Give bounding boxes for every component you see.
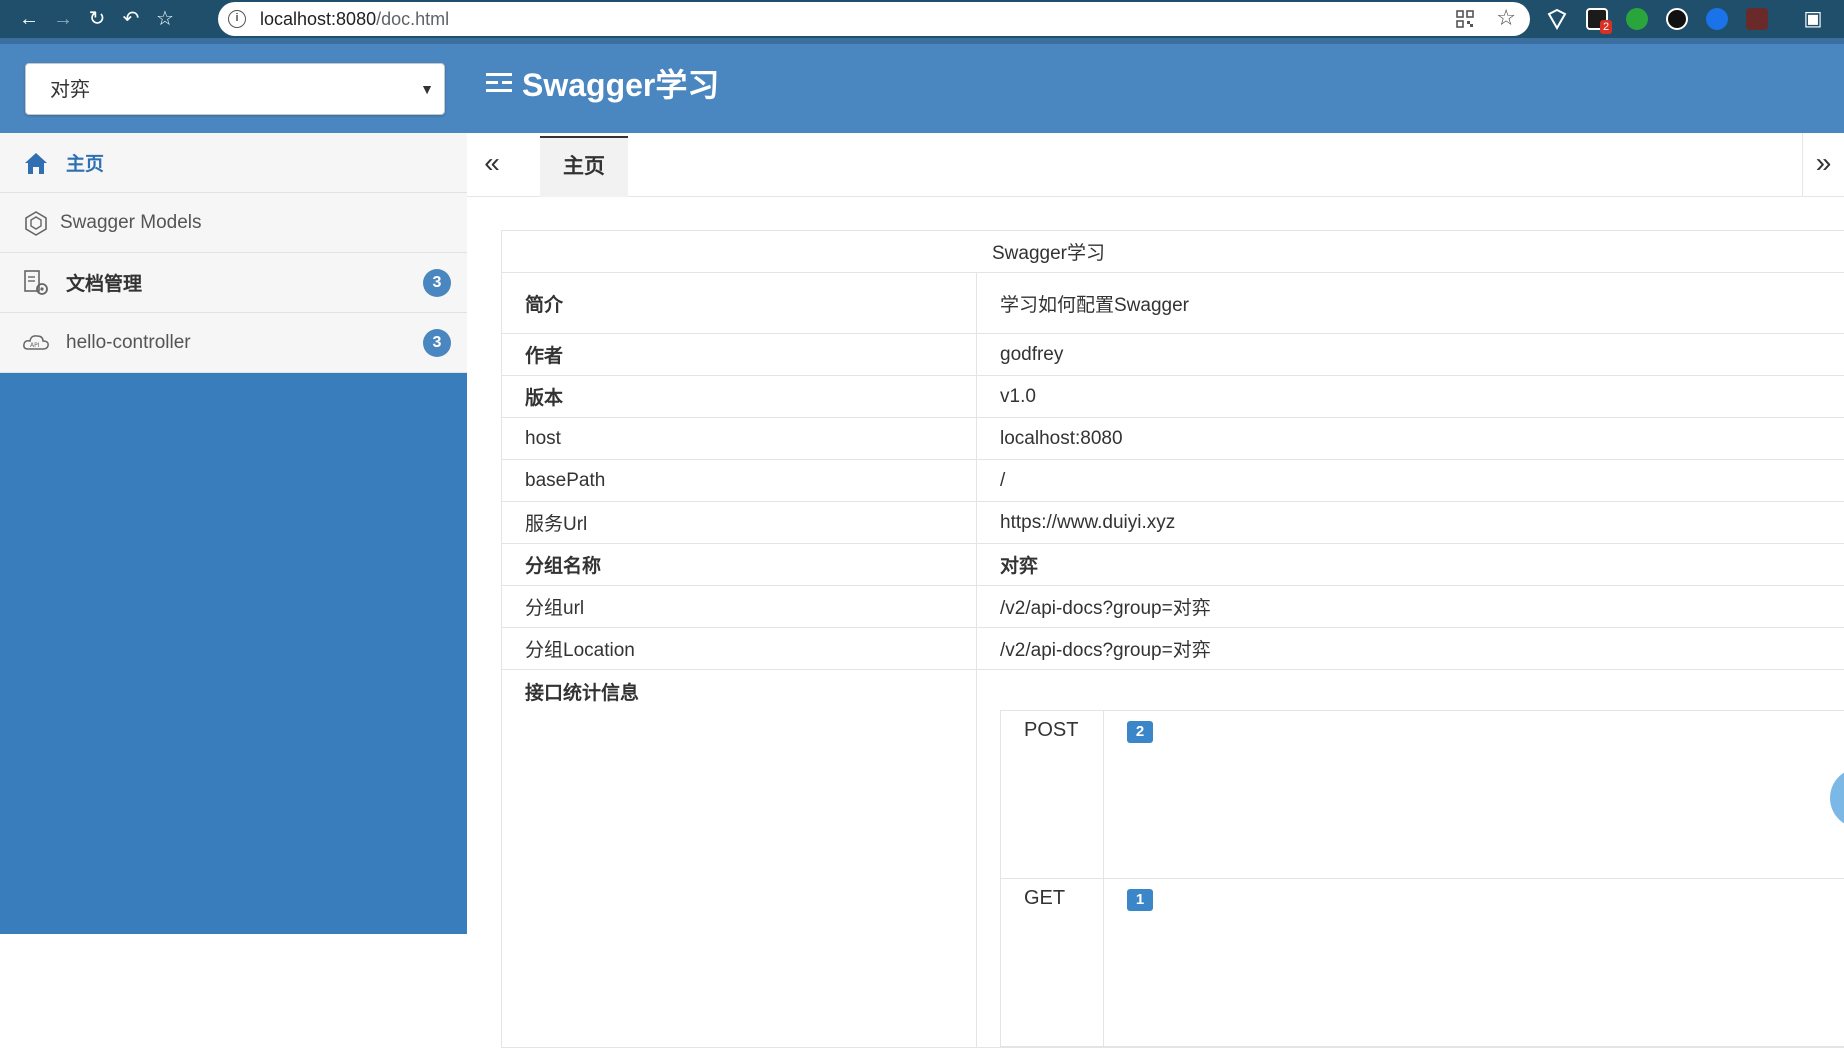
address-bar[interactable]: i localhost:8080/doc.html ☆ [218,2,1530,36]
forward-icon[interactable]: → [50,6,76,32]
url-path: /doc.html [376,9,449,29]
back-icon[interactable]: ← [16,6,42,32]
row-value: 学习如何配置Swagger [977,273,1844,334]
row-key: 分组名称 [502,544,977,586]
api-stats-table: POST 2 GET 1 [1000,710,1844,1047]
reload-icon[interactable]: ↻ [84,6,110,32]
extension-badge: 2 [1600,20,1612,34]
brand: Swagger学习 [486,58,719,108]
table-row: 版本 v1.0 [502,376,1844,418]
method-count-cell: 2 [1104,711,1844,879]
doc-settings-icon [22,269,50,297]
table-row: 分组url /v2/api-docs?group=对弈 [502,586,1844,628]
row-key: 版本 [502,376,977,418]
method-name: POST [1001,711,1104,879]
url-host: localhost:8080 [260,9,376,29]
shield-extension-icon[interactable] [1546,8,1568,30]
row-key: 简介 [502,273,977,334]
count-badge: 3 [423,329,451,357]
site-info-icon[interactable]: i [228,10,246,28]
row-key: 服务Url [502,502,977,544]
brand-title: Swagger学习 [522,60,719,106]
crop-icon[interactable]: ▣ [1800,6,1826,32]
table-row: 服务Url https://www.duiyi.xyz [502,502,1844,544]
header-top-strip [0,38,1844,44]
star-icon[interactable]: ☆ [1496,5,1516,31]
row-key: 接口统计信息 [502,670,977,1048]
group-select-value: 对弈 [50,64,90,116]
browser-toolbar: ← → ↻ ↶ ☆ i localhost:8080/doc.html ☆ 2 … [0,0,1844,38]
dropdown-arrow-icon: ▼ [420,64,434,114]
tab-scroll-right-icon[interactable]: » [1802,133,1844,197]
row-key: host [502,418,977,460]
group-select[interactable]: 对弈 ▼ [25,63,445,115]
table-row: 分组Location /v2/api-docs?group=对弈 [502,628,1844,670]
sidebar-item-label: 主页 [66,149,104,176]
row-value: /v2/api-docs?group=对弈 [977,628,1844,670]
row-value: 对弈 [977,544,1844,586]
row-value: godfrey [977,334,1844,376]
row-key: basePath [502,460,977,502]
stats-row: POST 2 [1001,711,1844,879]
table-row: 作者 godfrey [502,334,1844,376]
row-value: / [977,460,1844,502]
table-row: 简介 学习如何配置Swagger [502,273,1844,334]
doc-info-table: Swagger学习 简介 学习如何配置Swagger 作者 godfrey 版本… [501,230,1844,1048]
sidebar-item-swagger-models[interactable]: Swagger Models [0,193,467,253]
method-name: GET [1001,879,1104,1047]
qr-code-icon[interactable] [1456,10,1474,28]
extension-red-icon[interactable] [1746,8,1768,30]
row-value: localhost:8080 [977,418,1844,460]
method-count-cell: 1 [1104,879,1844,1047]
sidebar: 主页 Swagger Models 文档管理 3 API [0,133,467,934]
row-value: v1.0 [977,376,1844,418]
tab-home[interactable]: 主页 [540,136,628,197]
undo-icon[interactable]: ↶ [118,6,144,32]
tab-bar: « 主页 » [467,133,1844,197]
row-key: 分组url [502,586,977,628]
table-row: basePath / [502,460,1844,502]
url-text[interactable]: localhost:8080/doc.html [260,2,449,36]
sidebar-item-label: hello-controller [66,332,191,354]
row-value: https://www.duiyi.xyz [977,502,1844,544]
sidebar-item-hello-controller[interactable]: API hello-controller 3 [0,313,467,373]
sidebar-item-label: 文档管理 [66,269,142,296]
row-value: /v2/api-docs?group=对弈 [977,586,1844,628]
evernote-icon[interactable] [1626,8,1648,30]
count-badge: 1 [1127,889,1153,911]
extension-pen-icon[interactable] [1666,8,1688,30]
bookmark-star-icon[interactable]: ☆ [152,6,178,32]
row-value: POST 2 GET 1 [977,670,1844,1048]
sidebar-item-doc-management[interactable]: 文档管理 3 [0,253,467,313]
table-row: 分组名称 对弈 [502,544,1844,586]
models-icon [22,209,50,237]
stats-row: GET 1 [1001,879,1844,1047]
home-icon [22,149,50,177]
menu-toggle-icon[interactable] [486,71,512,95]
row-key: 作者 [502,334,977,376]
api-cloud-icon: API [22,329,50,357]
count-badge: 2 [1127,721,1153,743]
table-row: 接口统计信息 POST 2 GET 1 [502,670,1844,1048]
count-badge: 3 [423,269,451,297]
row-key: 分组Location [502,628,977,670]
tab-scroll-left-icon[interactable]: « [467,133,517,197]
table-caption: Swagger学习 [502,231,1844,273]
sidebar-item-home[interactable]: 主页 [0,133,467,193]
sidebar-item-label: Swagger Models [60,212,202,234]
extension-clock-icon[interactable] [1706,8,1728,30]
table-row: host localhost:8080 [502,418,1844,460]
app-header: 对弈 ▼ Swagger学习 [0,38,1844,133]
sidebar-menu: 主页 Swagger Models 文档管理 3 API [0,133,467,373]
svg-text:API: API [30,342,40,349]
